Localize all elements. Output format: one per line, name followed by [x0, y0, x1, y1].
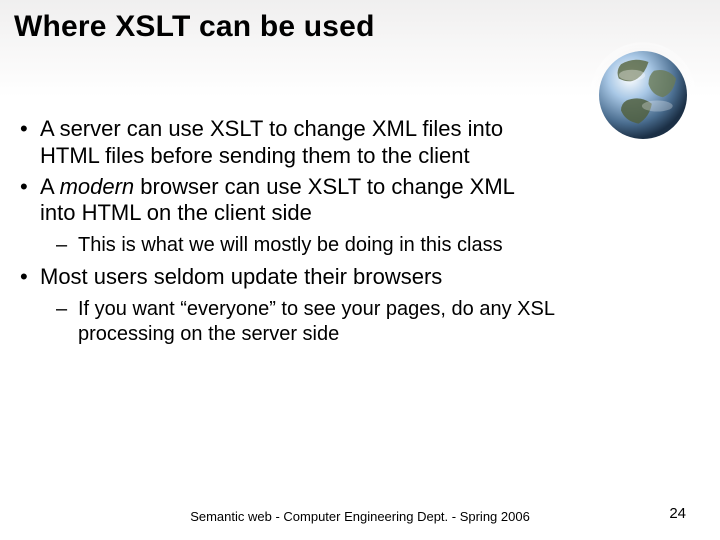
bullet-item: Most users seldom update their browsers …: [14, 264, 706, 347]
sub-bullet-item: This is what we will mostly be doing in …: [40, 233, 706, 258]
slide-title: Where XSLT can be used: [0, 0, 720, 44]
bullet-text: HTML files before sending them to the cl…: [40, 143, 470, 168]
bullet-item: A server can use XSLT to change XML file…: [14, 116, 706, 170]
bullet-text: A: [40, 174, 60, 199]
slide-body: A server can use XSLT to change XML file…: [14, 116, 706, 353]
sub-bullet-text: This is what we will mostly be doing in …: [78, 234, 503, 256]
sub-bullet-item: If you want “everyone” to see your pages…: [40, 297, 706, 347]
sub-bullet-text: processing on the server side: [78, 323, 339, 345]
footer-text: Semantic web - Computer Engineering Dept…: [190, 509, 530, 524]
bullet-item: A modern browser can use XSLT to change …: [14, 174, 706, 259]
bullet-text-emphasis: modern: [60, 174, 135, 199]
page-number: 24: [669, 505, 686, 522]
bullet-text: into HTML on the client side: [40, 200, 312, 225]
bullet-text: browser can use XSLT to change XML: [134, 174, 515, 199]
sub-bullet-text: If you want “everyone” to see your pages…: [78, 298, 555, 320]
bullet-text: A server can use XSLT to change XML file…: [40, 116, 503, 141]
bullet-text: Most users seldom update their browsers: [40, 264, 442, 289]
